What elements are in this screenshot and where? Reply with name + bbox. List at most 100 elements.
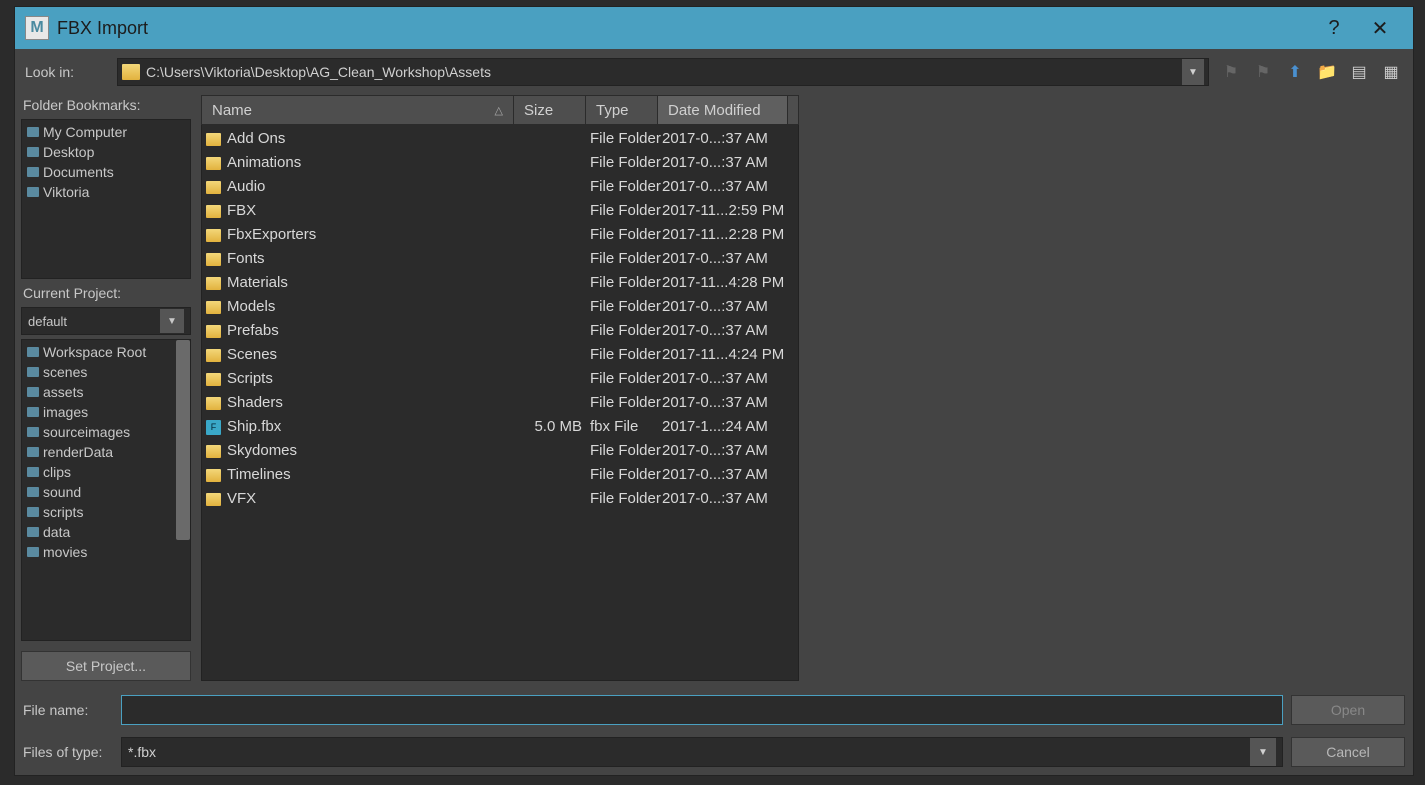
tree-item[interactable]: images xyxy=(24,402,188,422)
tree-item[interactable]: sourceimages xyxy=(24,422,188,442)
filetype-value: *.fbx xyxy=(128,744,156,760)
bookmark-item[interactable]: Documents xyxy=(24,162,188,182)
file-name: Timelines xyxy=(227,463,291,487)
file-date: 2017-0...:37 AM xyxy=(662,463,794,487)
file-row[interactable]: ScenesFile Folder2017-11...4:24 PM xyxy=(202,343,798,367)
folder-icon xyxy=(206,277,221,290)
file-row[interactable]: TimelinesFile Folder2017-0...:37 AM xyxy=(202,463,798,487)
file-name: FBX xyxy=(227,199,256,223)
new-folder-icon[interactable]: 📁 xyxy=(1315,60,1339,84)
file-type: File Folder xyxy=(590,391,662,415)
folder-icon xyxy=(27,507,39,517)
tree-item[interactable]: movies xyxy=(24,542,188,562)
file-date: 2017-11...4:24 PM xyxy=(662,343,794,367)
folder-icon xyxy=(27,527,39,537)
help-button[interactable]: ? xyxy=(1311,7,1357,49)
file-name: FbxExporters xyxy=(227,223,316,247)
scrollbar-thumb[interactable] xyxy=(176,340,190,540)
file-type: File Folder xyxy=(590,319,662,343)
filetype-dropdown[interactable]: *.fbx ▼ xyxy=(121,737,1283,767)
tree-item-label: clips xyxy=(43,462,71,482)
path-input[interactable]: C:\Users\Viktoria\Desktop\AG_Clean_Works… xyxy=(117,58,1209,86)
bottom-panel: File name: Open Files of type: *.fbx ▼ C… xyxy=(15,687,1413,775)
close-button[interactable]: ✕ xyxy=(1357,7,1403,49)
project-dropdown[interactable]: default ▼ xyxy=(21,307,191,335)
tree-item[interactable]: clips xyxy=(24,462,188,482)
bookmarks-list[interactable]: My ComputerDesktopDocumentsViktoria xyxy=(21,119,191,279)
file-row[interactable]: AudioFile Folder2017-0...:37 AM xyxy=(202,175,798,199)
bookmark-item[interactable]: My Computer xyxy=(24,122,188,142)
file-row[interactable]: AnimationsFile Folder2017-0...:37 AM xyxy=(202,151,798,175)
tree-item-label: images xyxy=(43,402,88,422)
tree-item[interactable]: scripts xyxy=(24,502,188,522)
open-button[interactable]: Open xyxy=(1291,695,1405,725)
file-row[interactable]: VFXFile Folder2017-0...:37 AM xyxy=(202,487,798,511)
tree-item-label: Workspace Root xyxy=(43,342,146,362)
project-tree[interactable]: Workspace Rootscenesassetsimagessourceim… xyxy=(21,339,191,641)
bookmark-back-icon[interactable]: ⚑ xyxy=(1219,60,1243,84)
file-row[interactable]: Add OnsFile Folder2017-0...:37 AM xyxy=(202,127,798,151)
tree-item[interactable]: sound xyxy=(24,482,188,502)
window-title: FBX Import xyxy=(57,18,1311,39)
file-type: fbx File xyxy=(590,415,662,439)
bookmark-item[interactable]: Desktop xyxy=(24,142,188,162)
file-row[interactable]: FBXFile Folder2017-11...2:59 PM xyxy=(202,199,798,223)
detail-view-icon[interactable]: ▦ xyxy=(1379,60,1403,84)
dialog-body: Folder Bookmarks: My ComputerDesktopDocu… xyxy=(15,95,1413,687)
file-type: File Folder xyxy=(590,223,662,247)
file-name: Ship.fbx xyxy=(227,415,281,439)
bookmark-item[interactable]: Viktoria xyxy=(24,182,188,202)
file-row[interactable]: SkydomesFile Folder2017-0...:37 AM xyxy=(202,439,798,463)
current-project-label: Current Project: xyxy=(21,283,191,303)
tree-item[interactable]: assets xyxy=(24,382,188,402)
file-date: 2017-0...:37 AM xyxy=(662,175,794,199)
folder-icon xyxy=(206,373,221,386)
bookmark-label: My Computer xyxy=(43,122,127,142)
tree-item-label: movies xyxy=(43,542,87,562)
empty-right-area xyxy=(809,95,1407,681)
file-name: Fonts xyxy=(227,247,265,271)
file-row[interactable]: FShip.fbx5.0 MBfbx File2017-1...:24 AM xyxy=(202,415,798,439)
col-date[interactable]: Date Modified xyxy=(658,96,788,124)
up-folder-icon[interactable]: ⬆ xyxy=(1283,60,1307,84)
file-row[interactable]: ModelsFile Folder2017-0...:37 AM xyxy=(202,295,798,319)
file-row[interactable]: FontsFile Folder2017-0...:37 AM xyxy=(202,247,798,271)
fbx-file-icon: F xyxy=(206,420,221,435)
col-type[interactable]: Type xyxy=(586,96,658,124)
bookmark-label: Desktop xyxy=(43,142,94,162)
file-row[interactable]: ScriptsFile Folder2017-0...:37 AM xyxy=(202,367,798,391)
tree-item-label: scripts xyxy=(43,502,83,522)
folder-icon xyxy=(206,157,221,170)
set-project-button[interactable]: Set Project... xyxy=(21,651,191,681)
file-list[interactable]: Add OnsFile Folder2017-0...:37 AMAnimati… xyxy=(201,125,799,681)
folder-icon xyxy=(27,447,39,457)
file-type: File Folder xyxy=(590,127,662,151)
file-row[interactable]: FbxExportersFile Folder2017-11...2:28 PM xyxy=(202,223,798,247)
tree-item[interactable]: scenes xyxy=(24,362,188,382)
path-dropdown-icon[interactable]: ▼ xyxy=(1182,59,1204,85)
file-date: 2017-0...:37 AM xyxy=(662,439,794,463)
lookin-label: Look in: xyxy=(21,64,111,80)
folder-icon xyxy=(206,397,221,410)
file-row[interactable]: MaterialsFile Folder2017-11...4:28 PM xyxy=(202,271,798,295)
file-list-header: Name △ Size Type Date Modified xyxy=(201,95,799,125)
filename-input[interactable] xyxy=(121,695,1283,725)
tree-item[interactable]: renderData xyxy=(24,442,188,462)
folder-icon xyxy=(27,407,39,417)
cancel-button[interactable]: Cancel xyxy=(1291,737,1405,767)
file-name: VFX xyxy=(227,487,256,511)
titlebar: M FBX Import ? ✕ xyxy=(15,7,1413,49)
file-area-wrapper: Name △ Size Type Date Modified Add OnsFi… xyxy=(201,95,799,681)
tree-item[interactable]: data xyxy=(24,522,188,542)
file-row[interactable]: ShadersFile Folder2017-0...:37 AM xyxy=(202,391,798,415)
tree-item-label: sourceimages xyxy=(43,422,130,442)
file-name: Skydomes xyxy=(227,439,297,463)
file-name: Models xyxy=(227,295,275,319)
list-view-icon[interactable]: ▤ xyxy=(1347,60,1371,84)
file-row[interactable]: PrefabsFile Folder2017-0...:37 AM xyxy=(202,319,798,343)
bookmark-fwd-icon[interactable]: ⚑ xyxy=(1251,60,1275,84)
col-size[interactable]: Size xyxy=(514,96,586,124)
col-name[interactable]: Name △ xyxy=(202,96,514,124)
tree-item[interactable]: Workspace Root xyxy=(24,342,188,362)
folder-icon xyxy=(206,469,221,482)
